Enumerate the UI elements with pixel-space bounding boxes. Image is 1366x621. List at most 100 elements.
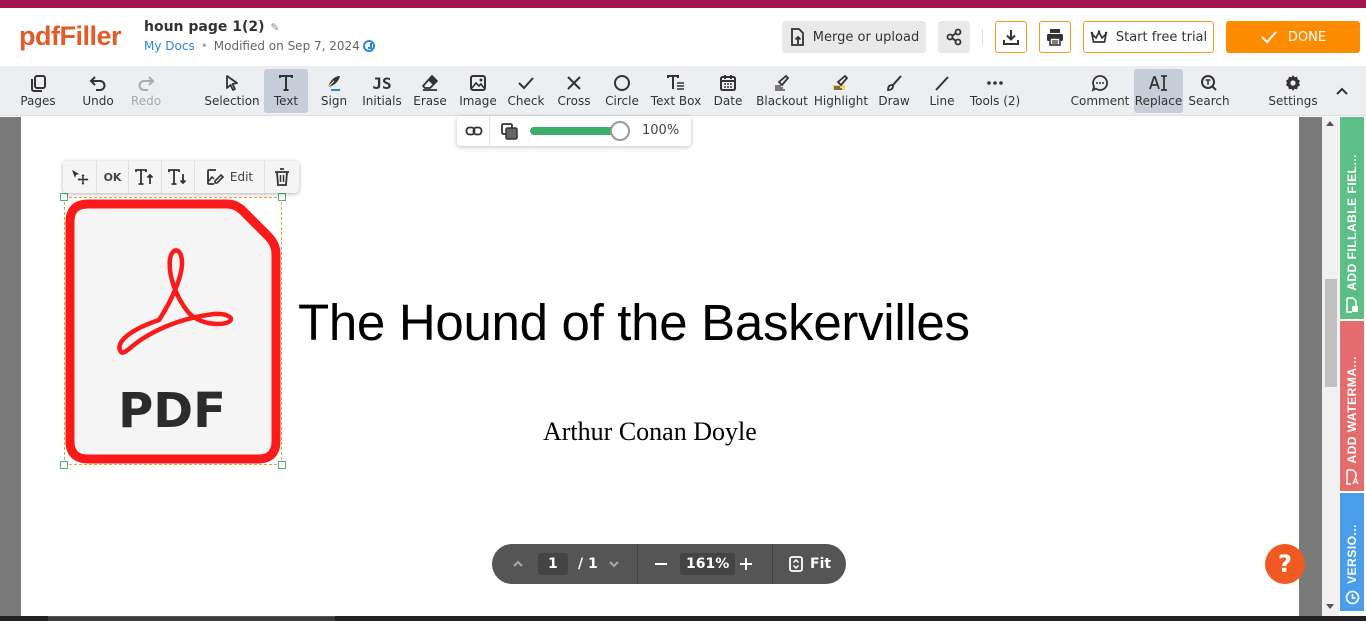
tool-image[interactable]: Image	[456, 69, 500, 113]
tool-text-box[interactable]: Text Box	[648, 69, 704, 113]
my-docs-link[interactable]: My Docs	[144, 39, 195, 53]
comment-icon	[1091, 73, 1109, 93]
opacity-value: 100%	[642, 123, 680, 138]
tool-erase[interactable]: Erase	[408, 69, 452, 113]
resize-handle-top-left[interactable]	[60, 193, 68, 201]
add-watermark-label: ADD WATERMA...	[1345, 355, 1359, 463]
tool-text[interactable]: Text	[264, 69, 308, 113]
current-page-input[interactable]: 1	[538, 553, 568, 575]
tool-comment[interactable]: Comment	[1070, 69, 1130, 113]
tool-replace[interactable]: Replace	[1134, 69, 1183, 113]
collapse-toolbar-button[interactable]	[1328, 69, 1356, 113]
history-clock-icon[interactable]	[362, 40, 375, 52]
zoom-out-button[interactable]	[654, 544, 668, 584]
watermark-icon	[1346, 469, 1359, 485]
tool-selection[interactable]: Selection	[204, 69, 260, 113]
calendar-icon	[719, 73, 737, 93]
resize-handle-bottom-left[interactable]	[60, 461, 68, 469]
delete-image-button[interactable]	[265, 161, 299, 193]
circle-icon	[613, 73, 631, 93]
tool-label: Sign	[320, 94, 348, 108]
tool-pages[interactable]: Pages	[14, 69, 62, 113]
blackout-icon	[773, 73, 791, 93]
document-title[interactable]: houn page 1(2) ✎	[144, 19, 280, 35]
top-stripe	[0, 0, 1366, 8]
tool-cross[interactable]: Cross	[552, 69, 596, 113]
tool-more-tools[interactable]: Tools (2)	[968, 69, 1022, 113]
ok-button[interactable]: OK	[97, 161, 129, 193]
done-button[interactable]: DONE	[1226, 21, 1360, 53]
tool-label: Undo	[82, 94, 114, 108]
tool-date[interactable]: Date	[706, 69, 750, 113]
download-button[interactable]	[995, 21, 1027, 53]
page-number-field[interactable]: 1	[538, 544, 568, 584]
tool-check[interactable]: Check	[504, 69, 548, 113]
start-free-trial-button[interactable]: Start free trial	[1083, 21, 1214, 53]
opacity-slider-knob[interactable]	[610, 121, 630, 141]
tool-label: Settings	[1268, 94, 1318, 108]
initials-icon: JS	[372, 73, 392, 93]
chevron-up-icon	[513, 560, 523, 567]
tool-search[interactable]: Search	[1186, 69, 1232, 113]
popup-divider	[489, 116, 490, 146]
tool-undo[interactable]: Undo	[76, 69, 120, 113]
tool-redo[interactable]: Redo	[124, 69, 168, 113]
version-history-tab[interactable]: VERSIO...	[1340, 493, 1364, 611]
scroll-up-arrow[interactable]	[1326, 121, 1334, 126]
document-author[interactable]: Arthur Conan Doyle	[543, 417, 757, 447]
check-icon	[517, 73, 535, 93]
merge-upload-button[interactable]: Merge or upload	[782, 21, 926, 53]
zoom-level-field[interactable]: 161%	[680, 544, 736, 584]
tool-circle[interactable]: Circle	[600, 69, 644, 113]
share-button[interactable]	[938, 21, 970, 53]
move-button[interactable]	[63, 161, 97, 193]
version-history-label: VERSIO...	[1345, 524, 1359, 584]
redo-icon	[137, 73, 155, 93]
tool-initials[interactable]: JS Initials	[360, 69, 404, 113]
checkmark-icon	[1261, 31, 1277, 44]
edit-image-button[interactable]: Edit	[195, 161, 265, 193]
zoom-in-button[interactable]	[739, 544, 753, 584]
increase-size-button[interactable]	[129, 161, 162, 193]
resize-handle-top-right[interactable]	[278, 193, 286, 201]
add-watermark-tab[interactable]: ADD WATERMA...	[1340, 321, 1364, 491]
total-pages: / 1	[578, 556, 598, 572]
textbox-icon	[667, 73, 685, 93]
tool-blackout[interactable]: Blackout	[754, 69, 810, 113]
tool-label: Pages	[20, 94, 56, 108]
link-icon[interactable]	[465, 124, 483, 138]
editing-toolbar: Pages Undo Redo Selection Text Sign JS I…	[0, 66, 1366, 116]
fit-page-button[interactable]: Fit	[789, 544, 831, 584]
tool-line[interactable]: Line	[920, 69, 964, 113]
taskbar-active-window[interactable]	[48, 616, 335, 621]
decrease-size-button[interactable]	[162, 161, 195, 193]
pages-icon	[29, 73, 47, 93]
opacity-slider-track[interactable]	[530, 127, 620, 135]
tool-label: Selection	[204, 94, 260, 108]
resize-handle-bottom-right[interactable]	[278, 461, 286, 469]
scroll-down-arrow[interactable]	[1326, 604, 1334, 609]
tool-label: Initials	[362, 94, 402, 108]
fillable-field-icon	[1346, 297, 1358, 313]
opacity-icon	[501, 123, 518, 140]
cross-icon	[565, 73, 583, 93]
prev-page-button[interactable]	[512, 544, 524, 584]
print-button[interactable]	[1039, 21, 1071, 53]
app-logo[interactable]: pdfFiller	[19, 21, 122, 52]
add-fillable-fields-tab[interactable]: ADD FILLABLE FIEL...	[1340, 117, 1364, 319]
pencil-icon[interactable]: ✎	[271, 21, 280, 34]
tool-settings[interactable]: Settings	[1266, 69, 1320, 113]
tool-label: Highlight	[813, 94, 869, 108]
scroll-thumb[interactable]	[1325, 279, 1337, 387]
document-heading[interactable]: The Hound of the Baskervilles	[298, 293, 970, 352]
help-button[interactable]: ?	[1265, 544, 1305, 584]
text-icon	[278, 73, 294, 93]
tool-sign[interactable]: Sign	[312, 69, 356, 113]
vertical-scrollbar[interactable]	[1322, 117, 1339, 617]
tool-highlight[interactable]: Highlight	[814, 69, 868, 113]
zoom-level-value[interactable]: 161%	[680, 553, 736, 575]
document-title-text[interactable]: houn page 1(2)	[144, 19, 265, 35]
image-selection-box[interactable]	[64, 197, 282, 465]
next-page-button[interactable]	[608, 544, 620, 584]
tool-draw[interactable]: Draw	[872, 69, 916, 113]
